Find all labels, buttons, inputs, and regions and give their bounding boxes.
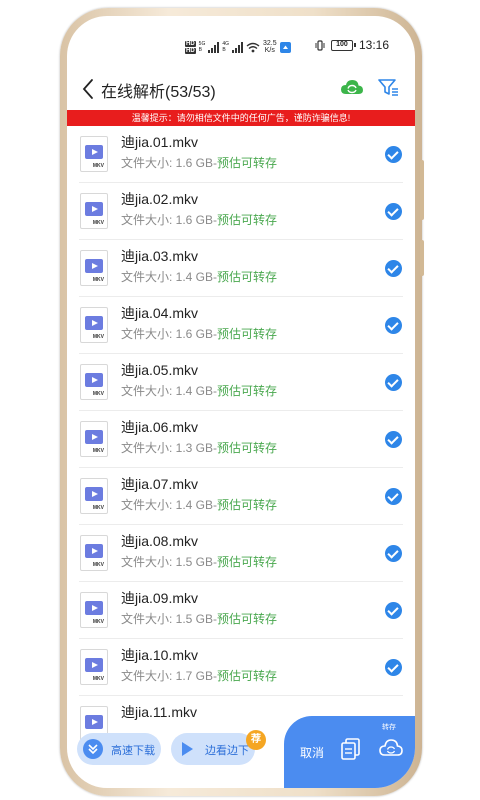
fast-download-button[interactable]: 高速下载 (77, 733, 161, 765)
transfer-status-tag: 预估可转存 (217, 555, 278, 569)
file-size: 文件大小: 1.3 GB-预估可转存 (121, 441, 278, 455)
file-name: 迪jia.10.mkv (121, 647, 199, 663)
status-right: 100 13:16 (315, 38, 389, 52)
selected-checkmark-icon[interactable] (385, 488, 402, 505)
bottom-action-bar: 高速下载 边看边下 荐 取消 转存 (67, 716, 415, 788)
transfer-status-tag: 预估可转存 (217, 498, 278, 512)
filter-icon (378, 79, 398, 96)
file-size: 文件大小: 1.5 GB-预估可转存 (121, 612, 278, 626)
selected-checkmark-icon[interactable] (385, 317, 402, 334)
transfer-status-tag: 预估可转存 (217, 612, 278, 626)
transfer-status-tag: 预估可转存 (217, 156, 278, 170)
video-file-icon: MKV (80, 364, 108, 400)
status-bar: HD HD 5G B 4G B 32.5 K/s 100 13:16 (67, 16, 415, 68)
transfer-status-tag: 预估可转存 (217, 327, 278, 341)
file-row[interactable]: MKV 迪jia.03.mkv 文件大小: 1.4 GB-预估可转存 (67, 240, 415, 297)
selected-checkmark-icon[interactable] (385, 146, 402, 163)
transfer-button[interactable] (378, 736, 404, 760)
transfer-status-tag: 预估可转存 (217, 270, 278, 284)
file-name: 迪jia.03.mkv (121, 248, 199, 264)
video-file-icon: MKV (80, 193, 108, 229)
file-row[interactable]: MKV 迪jia.04.mkv 文件大小: 1.6 GB-预估可转存 (67, 297, 415, 354)
video-file-icon: MKV (80, 136, 108, 172)
file-size: 文件大小: 1.4 GB-预估可转存 (121, 498, 278, 512)
copy-button[interactable] (340, 737, 362, 761)
file-name: 迪jia.01.mkv (121, 134, 199, 150)
selected-checkmark-icon[interactable] (385, 374, 402, 391)
file-name: 迪jia.02.mkv (121, 191, 199, 207)
file-row[interactable]: MKV 迪jia.10.mkv 文件大小: 1.7 GB-预估可转存 (67, 639, 415, 696)
file-name: 迪jia.06.mkv (121, 419, 199, 435)
file-size: 文件大小: 1.5 GB-预估可转存 (121, 555, 278, 569)
transfer-status-tag: 预估可转存 (217, 384, 278, 398)
chevron-left-icon (82, 79, 93, 99)
file-row[interactable]: MKV 迪jia.06.mkv 文件大小: 1.3 GB-预估可转存 (67, 411, 415, 468)
selected-checkmark-icon[interactable] (385, 260, 402, 277)
video-file-icon: MKV (80, 307, 108, 343)
video-file-icon: MKV (80, 592, 108, 628)
vibrate-icon (315, 39, 325, 51)
file-row[interactable]: MKV 迪jia.02.mkv 文件大小: 1.6 GB-预估可转存 (67, 183, 415, 240)
file-size: 文件大小: 1.6 GB-预估可转存 (121, 213, 278, 227)
hd-indicator: HD HD (185, 40, 196, 54)
selected-checkmark-icon[interactable] (385, 545, 402, 562)
transfer-status-tag: 预估可转存 (217, 441, 278, 455)
transfer-label: 转存 (382, 724, 396, 731)
recommend-badge: 荐 (246, 730, 266, 750)
watch-while-download-button[interactable]: 边看边下 (171, 733, 255, 765)
cloud-transfer-icon (379, 739, 403, 756)
file-row[interactable]: MKV 迪jia.07.mkv 文件大小: 1.4 GB-预估可转存 (67, 468, 415, 525)
play-icon (177, 739, 197, 759)
video-file-icon: MKV (80, 421, 108, 457)
file-size: 文件大小: 1.4 GB-预估可转存 (121, 270, 278, 284)
network-type-2: 4G B (222, 41, 230, 53)
filter-button[interactable] (375, 74, 401, 100)
warning-banner: 温馨提示：请勿相信文件中的任何广告，谨防诈骗信息! (67, 110, 415, 126)
cloud-sync-button[interactable] (339, 75, 365, 101)
file-name: 迪jia.04.mkv (121, 305, 199, 321)
network-speed: 32.5 K/s (263, 40, 277, 54)
file-size: 文件大小: 1.6 GB-预估可转存 (121, 327, 278, 341)
copy-icon (341, 738, 360, 760)
network-type: 5G B (198, 41, 206, 53)
selected-checkmark-icon[interactable] (385, 659, 402, 676)
signal-icon-2 (232, 41, 244, 53)
file-size: 文件大小: 1.4 GB-预估可转存 (121, 384, 278, 398)
page-title: 在线解析(53/53) (101, 84, 216, 101)
action-panel: 取消 转存 (284, 716, 415, 788)
notification-app-icon (279, 41, 291, 53)
video-file-icon: MKV (80, 478, 108, 514)
power-button (420, 240, 424, 276)
double-chevron-down-icon (83, 739, 103, 759)
file-row[interactable]: MKV 迪jia.08.mkv 文件大小: 1.5 GB-预估可转存 (67, 525, 415, 582)
file-row[interactable]: MKV 迪jia.05.mkv 文件大小: 1.4 GB-预估可转存 (67, 354, 415, 411)
cancel-button[interactable]: 取消 (300, 744, 324, 761)
file-name: 迪jia.08.mkv (121, 533, 199, 549)
clock: 13:16 (358, 38, 389, 52)
battery-icon: 100 (330, 39, 356, 51)
selected-checkmark-icon[interactable] (385, 602, 402, 619)
file-row[interactable]: MKV 迪jia.01.mkv 文件大小: 1.6 GB-预估可转存 (67, 126, 415, 183)
status-left: HD HD 5G B 4G B 32.5 K/s (185, 40, 291, 54)
video-file-icon: MKV (80, 649, 108, 685)
file-name: 迪jia.07.mkv (121, 476, 199, 492)
transfer-status-tag: 预估可转存 (217, 213, 278, 227)
file-row[interactable]: MKV 迪jia.09.mkv 文件大小: 1.5 GB-预估可转存 (67, 582, 415, 639)
signal-icon (208, 41, 220, 53)
volume-button (420, 160, 424, 220)
header: 在线解析(53/53) (67, 71, 415, 107)
file-name: 迪jia.09.mkv (121, 590, 199, 606)
video-file-icon: MKV (80, 535, 108, 571)
back-button[interactable] (77, 75, 101, 103)
file-size: 文件大小: 1.6 GB-预估可转存 (121, 156, 278, 170)
selected-checkmark-icon[interactable] (385, 431, 402, 448)
cloud-refresh-icon (341, 80, 363, 94)
transfer-status-tag: 预估可转存 (217, 669, 278, 683)
wifi-icon (246, 42, 260, 52)
phone-screen: HD HD 5G B 4G B 32.5 K/s 100 13:16 在线解析(… (67, 16, 415, 788)
selected-checkmark-icon[interactable] (385, 203, 402, 220)
file-name: 迪jia.05.mkv (121, 362, 199, 378)
file-size: 文件大小: 1.7 GB-预估可转存 (121, 669, 278, 683)
video-file-icon: MKV (80, 250, 108, 286)
